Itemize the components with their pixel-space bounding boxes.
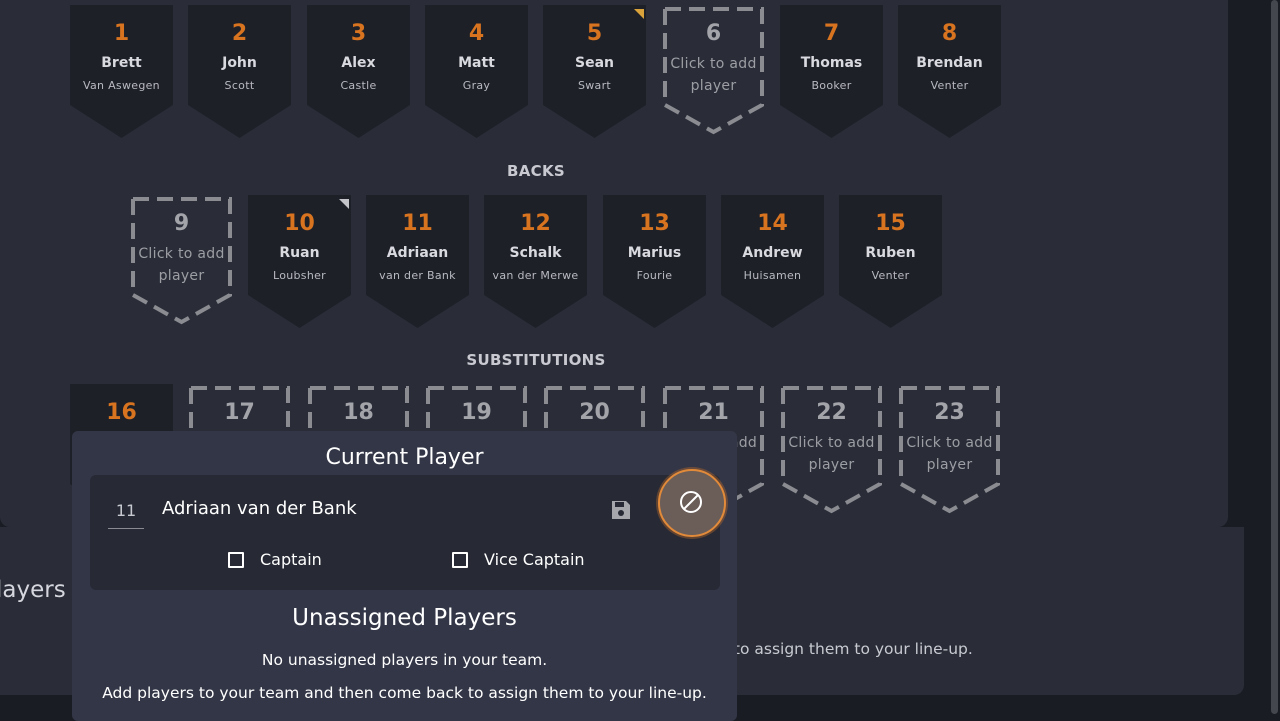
slot-number: 3 [350,21,367,46]
vice-captain-label: Vice Captain [484,550,585,569]
slot-number: 16 [106,400,137,425]
unassigned-title: Unassigned Players [292,605,517,631]
current-player-popover: Current Player 11 Adriaan van der Bank C… [72,431,737,721]
vice-captain-option[interactable]: Vice Captain [452,550,585,569]
player-slot-9[interactable]: 9 Click to add player [128,195,235,328]
player-last-name: van der Merwe [492,269,579,282]
player-first-name: Brett [101,55,142,71]
player-last-name: Huisamen [743,269,802,282]
player-slot-2[interactable]: 2 John Scott [186,5,293,138]
player-slot-4[interactable]: 4 Matt Gray [423,5,530,138]
slot-number: 7 [823,21,840,46]
scrollbar-thumb[interactable] [1271,0,1278,714]
slot-number: 11 [402,211,433,236]
player-first-name: Adriaan [386,245,449,261]
captain-label: Captain [260,550,322,569]
player-slot-15[interactable]: 15 Ruben Venter [837,195,944,328]
slot-number: 23 [934,400,965,425]
player-first-name: Marius [627,245,682,261]
current-player-box: 11 Adriaan van der Bank Captain Vice Cap… [90,467,728,590]
click-to-add-text: Click to add player [138,246,225,284]
player-slot-8[interactable]: 8 Brendan Venter [896,5,1003,138]
player-last-name: Booker [811,79,852,92]
slot-number: 19 [461,400,492,425]
slot-number: 5 [586,21,603,46]
player-first-name: Thomas [800,55,863,71]
slot-number: 4 [468,21,485,46]
prohibit-icon [680,491,702,513]
player-last-name: Van Aswegen [83,79,160,92]
player-last-name: Scott [224,79,255,92]
player-slot-14[interactable]: 14 Andrew Huisamen [719,195,826,328]
player-last-name: Venter [871,269,910,282]
substitutions-heading: SUBSTITUTIONS [466,351,606,369]
background-text: k to assign them to your line-up. [720,640,973,658]
player-first-name: Ruben [865,245,916,261]
remove-player-button[interactable] [656,467,728,539]
player-slot-1[interactable]: 1 Brett Van Aswegen [68,5,175,138]
unassigned-help-text: Add players to your team and then come b… [102,684,707,702]
player-last-name: Swart [577,79,612,92]
player-slot-3[interactable]: 3 Alex Castle [305,5,412,138]
player-slot-5[interactable]: 5 Sean Swart [541,5,648,138]
slot-number: 18 [343,400,374,425]
jersey-number-input[interactable]: 11 [108,500,144,529]
player-name: Adriaan van der Bank [162,498,357,519]
player-last-name: van der Bank [379,269,456,282]
unassigned-empty-text: No unassigned players in your team. [261,651,548,669]
slot-number: 2 [231,21,248,46]
player-first-name: Matt [458,55,495,71]
captain-option[interactable]: Captain [228,550,322,569]
slot-number: 12 [520,211,551,236]
player-slot-13[interactable]: 13 Marius Fourie [601,195,708,328]
click-to-add-text: Click to add player [788,435,875,473]
player-first-name: Brendan [916,55,983,71]
slot-number: 22 [816,400,847,425]
player-slot-11[interactable]: 11 Adriaan van der Bank [364,195,471,328]
slot-number: 9 [173,211,190,236]
player-last-name: Castle [340,79,377,92]
click-to-add-text: Click to add player [906,435,993,473]
player-first-name: Schalk [509,245,562,261]
backs-heading: BACKS [507,162,565,180]
player-slot-7[interactable]: 7 Thomas Booker [778,5,885,138]
player-first-name: Ruan [279,245,320,261]
slot-number: 6 [705,21,722,46]
scrollbar-track[interactable] [1268,0,1280,714]
slot-number: 17 [224,400,255,425]
popover-title: Current Player [325,445,484,470]
player-first-name: John [222,55,257,71]
slot-number: 1 [113,21,130,46]
slot-number: 13 [639,211,670,236]
player-slot-10[interactable]: 10 Ruan Loubsher [246,195,353,328]
slot-number: 15 [875,211,906,236]
slot-number: 21 [698,400,729,425]
background-heading: layers [0,577,66,603]
click-to-add-text: Click to add player [670,56,757,94]
captain-marker [339,199,349,209]
player-slot-6[interactable]: 6 Click to add player [660,5,767,138]
captain-checkbox[interactable] [228,551,244,568]
save-icon[interactable] [610,499,632,521]
slot-number: 10 [284,211,315,236]
player-last-name: Fourie [636,269,673,282]
slot-number: 20 [579,400,610,425]
vice-captain-marker [634,9,644,19]
player-first-name: Andrew [742,245,803,261]
player-last-name: Gray [462,79,491,92]
player-first-name: Alex [341,55,376,71]
player-last-name: Venter [930,79,969,92]
player-last-name: Loubsher [272,269,326,282]
player-slot-23[interactable]: 23 Click to add player [896,384,1003,517]
slot-number: 14 [757,211,788,236]
slot-number: 8 [941,21,958,46]
vice-captain-checkbox[interactable] [452,551,468,568]
player-slot-22[interactable]: 22 Click to add player [778,384,885,517]
player-first-name: Sean [575,55,614,71]
player-slot-12[interactable]: 12 Schalk van der Merwe [482,195,589,328]
